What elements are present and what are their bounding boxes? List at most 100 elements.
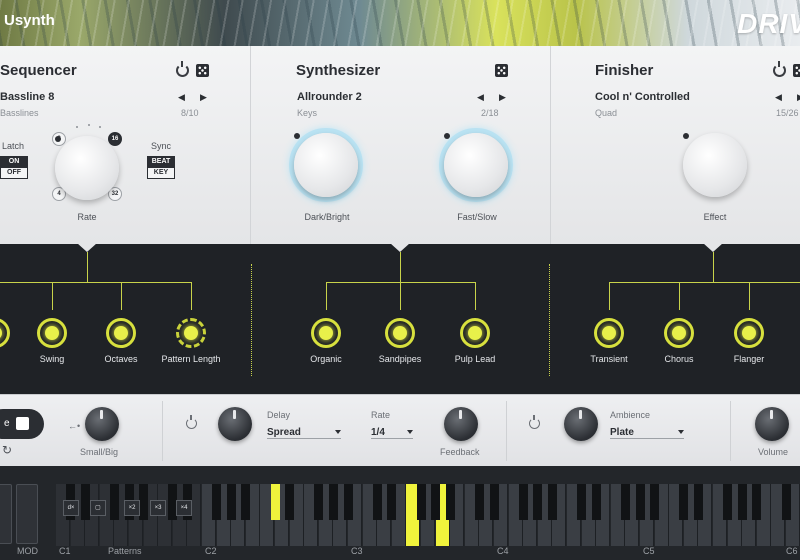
volume-knob[interactable] <box>755 407 789 441</box>
effects-row: e ↻ ←• Small/Big Delay Spread Rate 1/4 F… <box>0 394 800 466</box>
undo-icon[interactable]: ↻ <box>2 443 12 457</box>
macro-knob-transient[interactable] <box>594 318 624 348</box>
sequencer-category: Basslines <box>0 108 39 118</box>
delay-dropdown[interactable]: Spread <box>267 427 341 439</box>
feedback-knob[interactable] <box>444 407 478 441</box>
ambience-dropdown[interactable]: Plate <box>610 427 684 439</box>
fx-divider <box>730 401 731 461</box>
small-big-knob[interactable] <box>85 407 119 441</box>
black-key[interactable] <box>547 484 557 520</box>
latch-label: Latch <box>2 141 25 151</box>
black-key[interactable] <box>650 484 660 520</box>
black-key[interactable] <box>139 484 149 520</box>
black-key[interactable] <box>343 484 353 520</box>
dark-bright-label: Dark/Bright <box>304 212 350 222</box>
effect-knob[interactable] <box>683 133 747 197</box>
black-key[interactable] <box>314 484 324 520</box>
macro-knob-sandpipes[interactable] <box>385 318 415 348</box>
black-key[interactable] <box>489 484 499 520</box>
black-key[interactable] <box>226 484 236 520</box>
rate-option-16[interactable]: 16 <box>108 132 122 146</box>
macro-section: th Swing Octaves Pattern Length Organic … <box>0 243 800 394</box>
black-key[interactable] <box>328 484 338 520</box>
macro-knob-length[interactable] <box>0 318 10 348</box>
sequencer-power-icon[interactable] <box>176 61 189 77</box>
black-key[interactable] <box>723 484 733 520</box>
finisher-prev-arrow-icon[interactable]: ◀ <box>775 92 782 103</box>
tree-line <box>87 252 88 282</box>
macro-label-flanger: Flanger <box>733 354 765 364</box>
effect-label: Effect <box>703 212 727 222</box>
delay-power-icon[interactable] <box>186 415 197 429</box>
randomize-pill-label: e <box>4 418 10 429</box>
black-key[interactable] <box>285 484 295 520</box>
macro-knob-chorus[interactable] <box>664 318 694 348</box>
synthesizer-prev-arrow-icon[interactable]: ◀ <box>477 92 484 103</box>
ambience-knob[interactable] <box>564 407 598 441</box>
delay-knob[interactable] <box>218 407 252 441</box>
black-key[interactable] <box>109 484 119 520</box>
ambience-power-icon[interactable] <box>529 415 540 429</box>
synthesizer-notch <box>390 243 410 252</box>
black-key[interactable] <box>635 484 645 520</box>
macro-knob-octaves[interactable] <box>106 318 136 348</box>
sequencer-next-arrow-icon[interactable]: ▶ <box>200 92 207 103</box>
black-key[interactable] <box>518 484 528 520</box>
randomize-pill-button[interactable]: e <box>0 409 44 439</box>
black-key[interactable] <box>431 484 441 520</box>
fast-slow-knob[interactable] <box>444 133 508 197</box>
black-key[interactable] <box>241 484 251 520</box>
pattern-halve-button[interactable]: d× <box>63 500 79 516</box>
rate-dropdown[interactable]: 1/4 <box>371 427 413 439</box>
macro-knob-organic[interactable] <box>311 318 341 348</box>
sequencer-preset-name[interactable]: Bassline 8 <box>0 91 54 103</box>
sequencer-prev-arrow-icon[interactable]: ◀ <box>178 92 185 103</box>
macro-knob-pulp-lead[interactable] <box>460 318 490 348</box>
dark-bright-knob[interactable] <box>294 133 358 197</box>
black-key[interactable] <box>781 484 791 520</box>
sequencer-notch <box>77 243 97 252</box>
latch-off-button[interactable]: OFF <box>0 167 28 179</box>
black-key[interactable] <box>474 484 484 520</box>
chevron-down-icon <box>407 430 413 434</box>
synthesizer-randomize-dice-icon[interactable] <box>495 64 508 77</box>
mod-wheel[interactable] <box>16 484 38 544</box>
macro-knob-swing[interactable] <box>37 318 67 348</box>
macro-knob-pattern-length[interactable] <box>176 318 206 348</box>
octave-label-c2: C2 <box>205 546 217 556</box>
black-key[interactable] <box>445 484 455 520</box>
pattern-x3-button[interactable]: ×3 <box>150 500 166 516</box>
pattern-x2-button[interactable]: ×2 <box>124 500 140 516</box>
pattern-copy-button[interactable]: ▢ <box>90 500 106 516</box>
finisher-randomize-dice-icon[interactable] <box>793 64 800 77</box>
sync-key-button[interactable]: KEY <box>147 167 175 179</box>
pitch-wheel[interactable] <box>0 484 12 544</box>
macro-knob-flanger[interactable] <box>734 318 764 348</box>
feedback-label: Feedback <box>440 447 480 457</box>
rate-fx-label: Rate <box>371 410 391 420</box>
black-key[interactable] <box>591 484 601 520</box>
synthesizer-next-arrow-icon[interactable]: ▶ <box>499 92 506 103</box>
black-key[interactable] <box>737 484 747 520</box>
octave-label-c6: C6 <box>786 546 798 556</box>
rate-knob[interactable] <box>55 136 119 200</box>
black-key[interactable] <box>577 484 587 520</box>
finisher-preset-name[interactable]: Cool n' Controlled <box>595 91 690 103</box>
black-key[interactable] <box>416 484 426 520</box>
synthesizer-preset-name[interactable]: Allrounder 2 <box>297 91 362 103</box>
black-key[interactable] <box>270 484 280 520</box>
black-key[interactable] <box>372 484 382 520</box>
black-key[interactable] <box>387 484 397 520</box>
black-key[interactable] <box>620 484 630 520</box>
black-key[interactable] <box>679 484 689 520</box>
sequencer-randomize-dice-icon[interactable] <box>196 64 209 77</box>
black-key[interactable] <box>693 484 703 520</box>
fast-slow-label: Fast/Slow <box>457 212 497 222</box>
black-key[interactable] <box>80 484 90 520</box>
black-key[interactable] <box>533 484 543 520</box>
black-key[interactable] <box>752 484 762 520</box>
pattern-x4-button[interactable]: ×4 <box>176 500 192 516</box>
octave-label-c5: C5 <box>643 546 655 556</box>
black-key[interactable] <box>212 484 222 520</box>
finisher-power-icon[interactable] <box>773 61 786 77</box>
